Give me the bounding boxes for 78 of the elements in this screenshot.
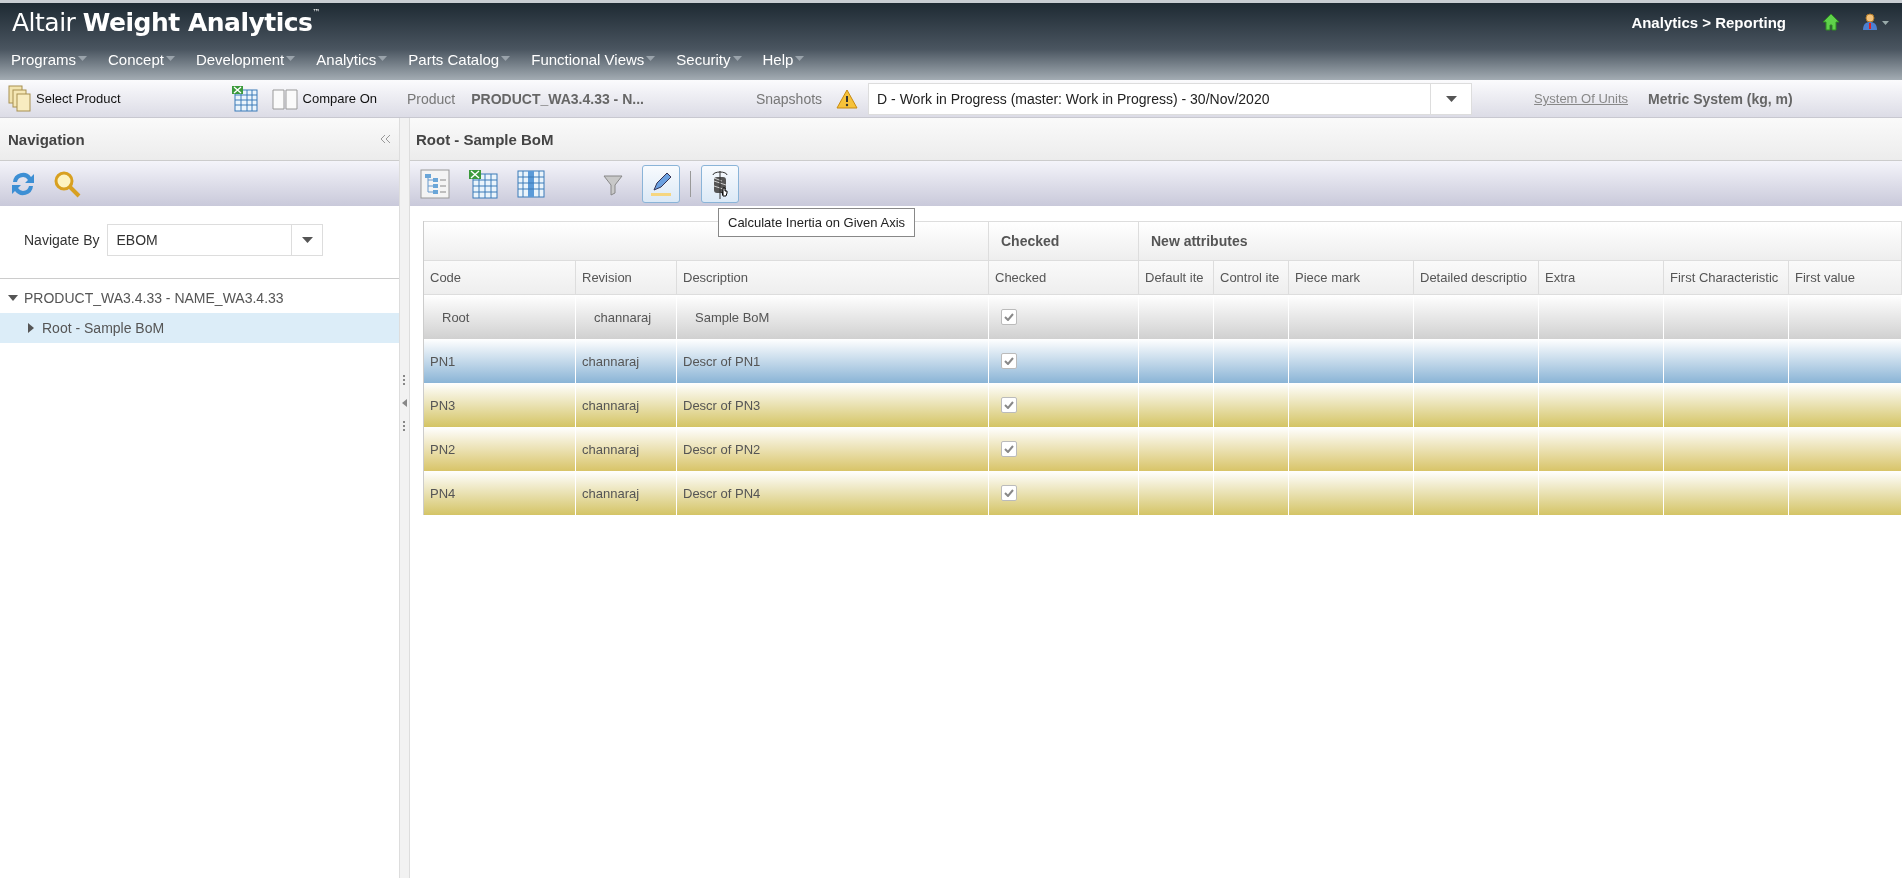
expanded-icon[interactable] [8, 293, 18, 303]
column-header[interactable]: Default ite [1139, 261, 1214, 295]
dropdown-arrow-icon [1445, 95, 1457, 102]
field-label: Navigate By [24, 232, 100, 248]
compare-button[interactable]: Compare On [270, 86, 377, 111]
column-group-header: Checked [1001, 233, 1060, 249]
column-header[interactable]: Piece mark [1289, 261, 1414, 295]
collapsed-icon[interactable] [26, 323, 36, 333]
column-header[interactable]: First value [1789, 261, 1902, 295]
panel-title: Root - Sample BoM [416, 130, 554, 148]
spreadsheet-icon[interactable] [230, 84, 259, 113]
column-group-header: New attributes [1151, 233, 1248, 249]
checkmark-icon [1004, 313, 1014, 321]
book-icon [270, 86, 299, 111]
column-header[interactable]: First Characteristic [1664, 261, 1789, 295]
home-icon[interactable] [1822, 13, 1840, 31]
table-cell: Sample BoM [677, 295, 989, 339]
caret-icon [165, 56, 178, 62]
user-icon[interactable] [1862, 13, 1890, 31]
column-header[interactable]: Description [677, 261, 989, 295]
menu-item[interactable]: Development [195, 50, 299, 68]
toolbar-button[interactable] [642, 164, 680, 203]
table-cell: Descr of PN1 [677, 339, 989, 383]
menu-item[interactable]: Security [676, 50, 745, 68]
app-logo: Altair Weight Analytics™ [12, 7, 320, 37]
field-label: Product [406, 90, 456, 107]
table-cell: PN1 [424, 339, 576, 383]
collapse-arrow-icon[interactable] [402, 399, 407, 407]
menu-item[interactable]: Help [762, 50, 808, 68]
checkmark-icon [1004, 357, 1014, 365]
columns-icon [515, 167, 547, 200]
table-cell: PN2 [424, 427, 576, 471]
table-cell: PN3 [424, 383, 576, 427]
table-cell: channaraj [576, 427, 677, 471]
breadcrumb: Analytics > Reporting [1631, 13, 1786, 31]
column-header[interactable]: Code [424, 261, 576, 295]
caret-icon [732, 56, 745, 62]
column-header[interactable]: Detailed descriptio [1414, 261, 1539, 295]
tree-item[interactable]: PRODUCT_WA3.4.33 - NAME_WA3.4.33 [0, 283, 399, 313]
navigate-by-dropdown[interactable]: EBOM [107, 224, 324, 256]
table-cell: Root [424, 295, 576, 339]
table-cell: Descr of PN2 [677, 427, 989, 471]
spreadsheet-icon [467, 167, 499, 200]
table-cell: PN4 [424, 471, 576, 515]
table-cell: Descr of PN4 [677, 471, 989, 515]
table-cell: channaraj [576, 383, 677, 427]
column-header[interactable]: Checked [989, 261, 1139, 295]
column-header[interactable]: Revision [576, 261, 677, 295]
menu-item[interactable]: Functional Views [531, 50, 659, 68]
menu-item[interactable]: Concept [108, 50, 178, 68]
menu-item[interactable]: Programs [11, 50, 91, 68]
menu-item[interactable]: Analytics [316, 50, 391, 68]
tree-item[interactable]: Root - Sample BoM [0, 313, 399, 343]
grip-icon[interactable] [403, 375, 406, 385]
select-product-button[interactable]: Select Product [8, 84, 121, 113]
panel-title: Navigation [8, 130, 85, 148]
table-cell: channaraj [576, 471, 677, 515]
warning-icon [836, 88, 859, 109]
toolbar-button[interactable] [701, 164, 739, 203]
collapse-icon[interactable] [379, 134, 391, 144]
checkmark-icon [1004, 489, 1014, 497]
grip-icon[interactable] [403, 421, 406, 431]
table-cell: Descr of PN3 [677, 383, 989, 427]
checkmark-icon [1004, 445, 1014, 453]
column-header[interactable]: Control ite [1214, 261, 1289, 295]
documents-icon [8, 84, 32, 113]
dropdown-arrow-icon [302, 237, 313, 243]
field-label: Snapshots [755, 90, 823, 107]
menu-item[interactable]: Parts Catalog [408, 50, 514, 68]
column-header[interactable]: Extra [1539, 261, 1664, 295]
product-name: PRODUCT_WA3.4.33 - N... [471, 90, 644, 107]
tooltip: Calculate Inertia on Given Axis [718, 208, 916, 237]
tree-view-icon [419, 167, 451, 200]
units-value: Metric System (kg, m) [1648, 90, 1793, 107]
snapshot-dropdown[interactable]: D - Work in Progress (master: Work in Progress) - 30/Nov/2020 [868, 82, 1473, 115]
checkmark-icon [1004, 401, 1014, 409]
table-cell: channaraj [576, 339, 677, 383]
table-cell: channaraj [576, 295, 677, 339]
